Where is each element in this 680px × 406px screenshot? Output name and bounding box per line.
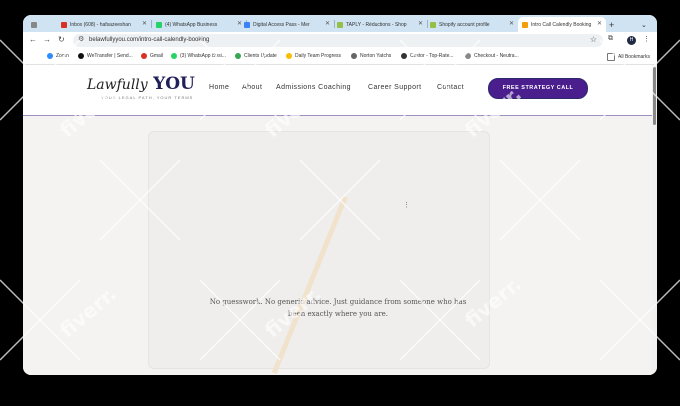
watermark-lines <box>0 39 680 361</box>
